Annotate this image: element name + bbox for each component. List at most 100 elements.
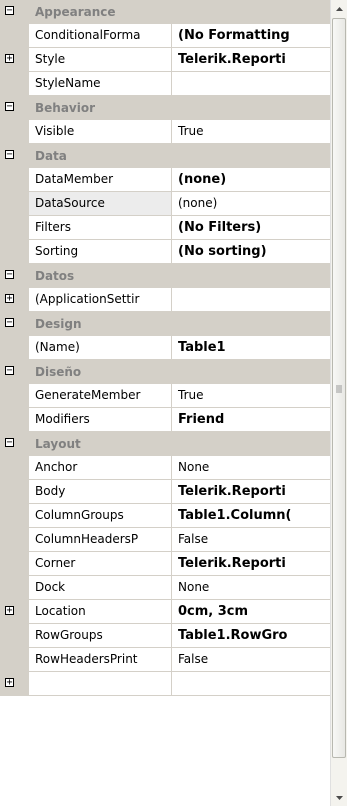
property-value[interactable] <box>172 672 330 696</box>
property-value[interactable]: Table1 <box>172 336 330 360</box>
property-row[interactable]: Filters (No Filters) <box>0 216 330 240</box>
property-row[interactable]: Sorting (No sorting) <box>0 240 330 264</box>
arrow-up-icon <box>335 6 343 11</box>
expand-icon[interactable]: + <box>5 54 14 64</box>
property-name[interactable] <box>29 672 172 696</box>
property-value[interactable]: (No sorting) <box>172 240 330 264</box>
scroll-thumb[interactable] <box>332 18 346 758</box>
property-name[interactable]: Filters <box>29 216 172 240</box>
collapse-icon[interactable]: − <box>5 6 14 16</box>
property-value[interactable]: None <box>172 576 330 600</box>
property-name[interactable]: RowGroups <box>29 624 172 648</box>
property-name[interactable]: Sorting <box>29 240 172 264</box>
expand-icon[interactable]: + <box>5 606 14 616</box>
property-value[interactable]: 0cm, 3cm <box>172 600 330 624</box>
property-value[interactable]: (none) <box>172 168 330 192</box>
property-row[interactable]: ColumnGroups Table1.Column( <box>0 504 330 528</box>
property-row[interactable]: + <box>0 672 330 696</box>
property-value[interactable]: None <box>172 456 330 480</box>
expand-icon[interactable]: + <box>5 294 14 304</box>
property-value[interactable] <box>172 288 330 312</box>
category-row[interactable]: − Layout <box>0 432 330 456</box>
category-row[interactable]: − Data <box>0 144 330 168</box>
collapse-icon[interactable]: − <box>5 150 14 160</box>
property-name[interactable]: Dock <box>29 576 172 600</box>
property-row[interactable]: Body Telerik.Reporti <box>0 480 330 504</box>
property-name[interactable]: ConditionalForma <box>29 24 172 48</box>
property-name[interactable]: DataSource <box>29 192 172 216</box>
property-value[interactable]: Telerik.Reporti <box>172 552 330 576</box>
property-row[interactable]: StyleName <box>0 72 330 96</box>
property-row[interactable]: Dock None <box>0 576 330 600</box>
collapse-icon[interactable]: − <box>5 102 14 112</box>
row-gutter <box>0 624 29 648</box>
property-name[interactable]: Location <box>29 600 172 624</box>
property-value[interactable]: True <box>172 384 330 408</box>
row-gutter <box>0 456 29 480</box>
property-value[interactable]: Telerik.Reporti <box>172 48 330 72</box>
category-label: Behavior <box>35 101 96 115</box>
property-row[interactable]: ConditionalForma (No Formatting <box>0 24 330 48</box>
property-name[interactable]: StyleName <box>29 72 172 96</box>
property-name[interactable]: ColumnHeadersP <box>29 528 172 552</box>
category-row[interactable]: − Datos <box>0 264 330 288</box>
property-row[interactable]: (Name) Table1 <box>0 336 330 360</box>
row-gutter <box>0 168 29 192</box>
property-name[interactable]: DataMember <box>29 168 172 192</box>
property-name[interactable]: Style <box>29 48 172 72</box>
property-row[interactable]: Corner Telerik.Reporti <box>0 552 330 576</box>
property-name[interactable]: ColumnGroups <box>29 504 172 528</box>
expand-icon[interactable]: + <box>5 678 14 688</box>
collapse-icon[interactable]: − <box>5 318 14 328</box>
property-name[interactable]: Modifiers <box>29 408 172 432</box>
row-gutter <box>0 408 29 432</box>
property-row[interactable]: Modifiers Friend <box>0 408 330 432</box>
property-value[interactable]: Table1.Column( <box>172 504 330 528</box>
property-name[interactable]: (ApplicationSettir <box>29 288 172 312</box>
row-gutter <box>0 72 29 96</box>
property-row[interactable]: + Style Telerik.Reporti <box>0 48 330 72</box>
property-value[interactable]: True <box>172 120 330 144</box>
property-name[interactable]: Anchor <box>29 456 172 480</box>
property-value[interactable]: (No Filters) <box>172 216 330 240</box>
scroll-down-button[interactable] <box>331 789 347 806</box>
property-name[interactable]: GenerateMember <box>29 384 172 408</box>
property-grid: − Appearance ConditionalForma (No Formattin… <box>0 0 330 806</box>
property-name[interactable]: Visible <box>29 120 172 144</box>
collapse-icon[interactable]: − <box>5 366 14 376</box>
category-row[interactable]: − Diseño <box>0 360 330 384</box>
property-value[interactable] <box>172 72 330 96</box>
scroll-up-button[interactable] <box>331 0 347 17</box>
property-row[interactable]: + (ApplicationSettir <box>0 288 330 312</box>
property-name[interactable]: Corner <box>29 552 172 576</box>
property-value[interactable]: Friend <box>172 408 330 432</box>
row-gutter <box>0 480 29 504</box>
property-row[interactable]: DataMember (none) <box>0 168 330 192</box>
property-row[interactable]: RowGroups Table1.RowGro <box>0 624 330 648</box>
property-name[interactable]: RowHeadersPrint <box>29 648 172 672</box>
property-row[interactable]: GenerateMember True <box>0 384 330 408</box>
category-row[interactable]: − Appearance <box>0 0 330 24</box>
category-row[interactable]: − Behavior <box>0 96 330 120</box>
property-value[interactable]: (No Formatting <box>172 24 330 48</box>
property-row[interactable]: DataSource (none) <box>0 192 330 216</box>
collapse-icon[interactable]: − <box>5 270 14 280</box>
row-gutter <box>0 336 29 360</box>
property-row[interactable]: RowHeadersPrint False <box>0 648 330 672</box>
property-value[interactable]: False <box>172 648 330 672</box>
property-value[interactable]: Table1.RowGro <box>172 624 330 648</box>
property-row[interactable]: + Location 0cm, 3cm <box>0 600 330 624</box>
property-row[interactable]: Anchor None <box>0 456 330 480</box>
category-row[interactable]: − Design <box>0 312 330 336</box>
property-name[interactable]: (Name) <box>29 336 172 360</box>
property-value[interactable]: Telerik.Reporti <box>172 480 330 504</box>
property-row[interactable]: Visible True <box>0 120 330 144</box>
property-name[interactable]: Body <box>29 480 172 504</box>
category-label: Datos <box>35 269 75 283</box>
property-value[interactable]: (none) <box>172 192 330 216</box>
row-gutter <box>0 192 29 216</box>
property-value[interactable]: False <box>172 528 330 552</box>
collapse-icon[interactable]: − <box>5 438 14 448</box>
vertical-scrollbar[interactable] <box>330 0 347 806</box>
property-row[interactable]: ColumnHeadersP False <box>0 528 330 552</box>
